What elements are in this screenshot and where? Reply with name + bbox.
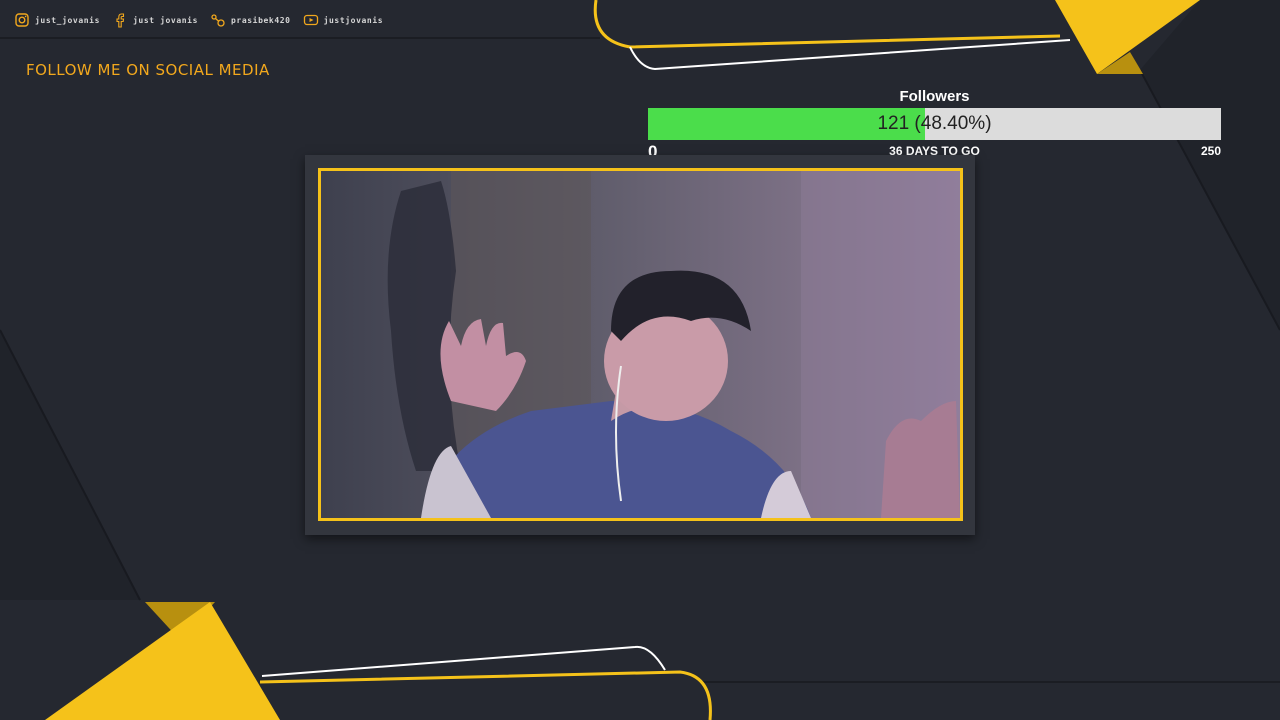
social-item-facebook[interactable]: just jovanis bbox=[112, 12, 198, 28]
social-label-youtube: justjovanis bbox=[323, 15, 384, 25]
instagram-icon bbox=[15, 13, 29, 27]
follower-goal-widget: Followers 121 (48.40%) 0 36 DAYS TO GO 2… bbox=[648, 86, 1221, 162]
social-label-steam: prasibek420 bbox=[231, 15, 291, 25]
social-label-instagram: just_jovanis bbox=[35, 15, 100, 25]
goal-title: Followers bbox=[899, 88, 970, 105]
social-item-instagram[interactable]: just_jovanis bbox=[14, 12, 100, 28]
youtube-icon bbox=[303, 14, 318, 26]
goal-progress-track: 121 (48.40%) bbox=[648, 108, 1221, 140]
social-label-facebook: just jovanis bbox=[133, 15, 198, 25]
goal-max-label: 250 bbox=[1200, 144, 1221, 158]
social-bar: just_jovanis just jovanis prasibek420 ju… bbox=[0, 0, 1280, 40]
webcam-person-image bbox=[321, 171, 960, 518]
social-item-steam[interactable]: prasibek420 bbox=[210, 12, 291, 28]
facebook-icon bbox=[116, 13, 125, 28]
goal-progress-value: 121 (48.40%) bbox=[877, 113, 992, 134]
webcam-feed bbox=[318, 168, 963, 521]
follow-heading: FOLLOW ME ON SOCIAL MEDIA bbox=[26, 61, 270, 79]
steam-icon bbox=[211, 14, 225, 27]
social-item-youtube[interactable]: justjovanis bbox=[303, 12, 384, 28]
